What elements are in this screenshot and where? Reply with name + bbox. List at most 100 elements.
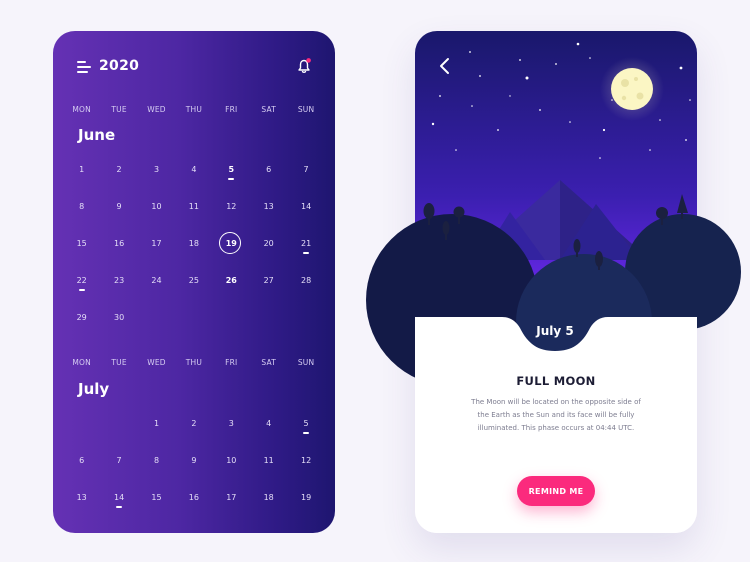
- calendar-day[interactable]: 18: [250, 488, 287, 508]
- remind-me-button[interactable]: REMIND ME: [517, 476, 595, 506]
- calendar-day[interactable]: 26: [213, 271, 250, 291]
- calendar-day-number: 9: [191, 456, 197, 465]
- month-title-june: June: [78, 126, 116, 144]
- calendar-day[interactable]: 3: [213, 414, 250, 434]
- calendar-day[interactable]: 5: [287, 414, 324, 434]
- calendar-day[interactable]: 15: [138, 488, 175, 508]
- weekday-label: TUE: [111, 358, 127, 367]
- calendar-day-number: 12: [300, 456, 312, 465]
- weekday-label: SAT: [261, 105, 277, 114]
- calendar-day-number: 10: [151, 202, 162, 211]
- calendar-day-number: 3: [153, 165, 160, 174]
- event-indicator: [302, 432, 309, 434]
- calendar-day[interactable]: 20: [250, 234, 287, 254]
- calendar-day[interactable]: 10: [213, 451, 250, 471]
- calendar-day-number: 24: [151, 276, 162, 285]
- calendar-day[interactable]: 17: [138, 234, 175, 254]
- calendar-day[interactable]: 24: [138, 271, 175, 291]
- calendar-day-number: 26: [225, 276, 237, 285]
- calendar-day[interactable]: 30: [100, 308, 137, 328]
- calendar-day-number: 11: [263, 456, 274, 465]
- event-indicator: [115, 506, 122, 508]
- calendar-day[interactable]: 6: [63, 451, 100, 471]
- calendar-card: 2020 MON TUE WED THU FRI SAT SUN June 12…: [53, 31, 335, 533]
- calendar-day-number: 5: [228, 165, 235, 174]
- calendar-day[interactable]: 12: [213, 197, 250, 217]
- month-title-july: July: [78, 380, 110, 398]
- calendar-day[interactable]: 9: [175, 451, 212, 471]
- calendar-day[interactable]: 14: [287, 197, 324, 217]
- calendar-day[interactable]: 7: [100, 451, 137, 471]
- calendar-day[interactable]: 13: [63, 488, 100, 508]
- calendar-day[interactable]: 13: [250, 197, 287, 217]
- calendar-day[interactable]: 16: [100, 234, 137, 254]
- calendar-day-number: 18: [263, 493, 274, 502]
- calendar-day[interactable]: 11: [250, 451, 287, 471]
- calendar-day-number: 20: [263, 239, 274, 248]
- calendar-day[interactable]: 1: [138, 414, 175, 434]
- back-arrow-icon[interactable]: [438, 57, 452, 75]
- event-title: FULL MOON: [516, 374, 596, 388]
- calendar-day[interactable]: 12: [287, 451, 324, 471]
- calendar-day[interactable]: 8: [138, 451, 175, 471]
- calendar-day[interactable]: 8: [63, 197, 100, 217]
- calendar-day-number: 16: [188, 493, 199, 502]
- calendar-day[interactable]: 25: [175, 271, 212, 291]
- calendar-day[interactable]: 21: [287, 234, 324, 254]
- weekday-label: WED: [147, 358, 166, 367]
- calendar-header: 2020: [77, 57, 313, 77]
- calendar-day[interactable]: 17: [213, 488, 250, 508]
- weekday-label: TUE: [111, 105, 127, 114]
- calendar-day[interactable]: 15: [63, 234, 100, 254]
- calendar-day[interactable]: 22: [63, 271, 100, 291]
- menu-icon[interactable]: [77, 61, 91, 73]
- calendar-day[interactable]: 4: [175, 160, 212, 180]
- event-detail-card: [415, 31, 697, 533]
- calendar-day[interactable]: 19: [287, 488, 324, 508]
- calendar-day[interactable]: 14: [100, 488, 137, 508]
- calendar-day[interactable]: 28: [287, 271, 324, 291]
- calendar-day-number: 23: [113, 276, 125, 285]
- calendar-day[interactable]: 1: [63, 160, 100, 180]
- event-description: The Moon will be located on the opposite…: [471, 398, 641, 432]
- calendar-day[interactable]: 4: [250, 414, 287, 434]
- calendar-day[interactable]: 9: [100, 197, 137, 217]
- calendar-day[interactable]: 27: [250, 271, 287, 291]
- calendar-day[interactable]: 11: [175, 197, 212, 217]
- calendar-day[interactable]: 18: [175, 234, 212, 254]
- calendar-day[interactable]: 7: [287, 160, 324, 180]
- calendar-day[interactable]: 29: [63, 308, 100, 328]
- calendar-day[interactable]: 10: [138, 197, 175, 217]
- weekday-label: SAT: [261, 358, 277, 367]
- event-indicator: [302, 252, 309, 254]
- calendar-day-number: 29: [76, 313, 87, 322]
- calendar-day-number: 6: [79, 456, 85, 465]
- calendar-day-number: 25: [188, 276, 199, 285]
- calendar-day[interactable]: 6: [250, 160, 287, 180]
- calendar-day-number: 19: [300, 493, 312, 502]
- calendar-day[interactable]: 19: [213, 232, 250, 254]
- calendar-day-number: 6: [266, 165, 272, 174]
- calendar-day-number: 8: [153, 456, 160, 465]
- event-indicator: [78, 289, 85, 291]
- calendar-day-number: 4: [191, 165, 197, 174]
- calendar-day-number: 22: [76, 276, 87, 285]
- calendar-day[interactable]: 23: [100, 271, 137, 291]
- bell-icon[interactable]: [295, 57, 313, 75]
- calendar-day-number: 28: [300, 276, 312, 285]
- weekday-label: WED: [147, 105, 166, 114]
- calendar-day-number: 7: [303, 165, 309, 174]
- calendar-day-number: 10: [226, 456, 237, 465]
- calendar-day[interactable]: 3: [138, 160, 175, 180]
- calendar-day-number: 14: [113, 493, 125, 502]
- calendar-day-number: 3: [228, 419, 234, 428]
- year-label: 2020: [99, 58, 140, 74]
- calendar-day-number: 1: [153, 419, 160, 428]
- calendar-day[interactable]: 5: [213, 160, 250, 180]
- weekday-header-july: MON TUE WED THU FRI SAT SUN: [63, 358, 325, 372]
- calendar-day[interactable]: 2: [100, 160, 137, 180]
- calendar-day[interactable]: 2: [175, 414, 212, 434]
- calendar-day[interactable]: 16: [175, 488, 212, 508]
- calendar-day-number: 13: [76, 493, 87, 502]
- calendar-day-number: 9: [116, 202, 122, 211]
